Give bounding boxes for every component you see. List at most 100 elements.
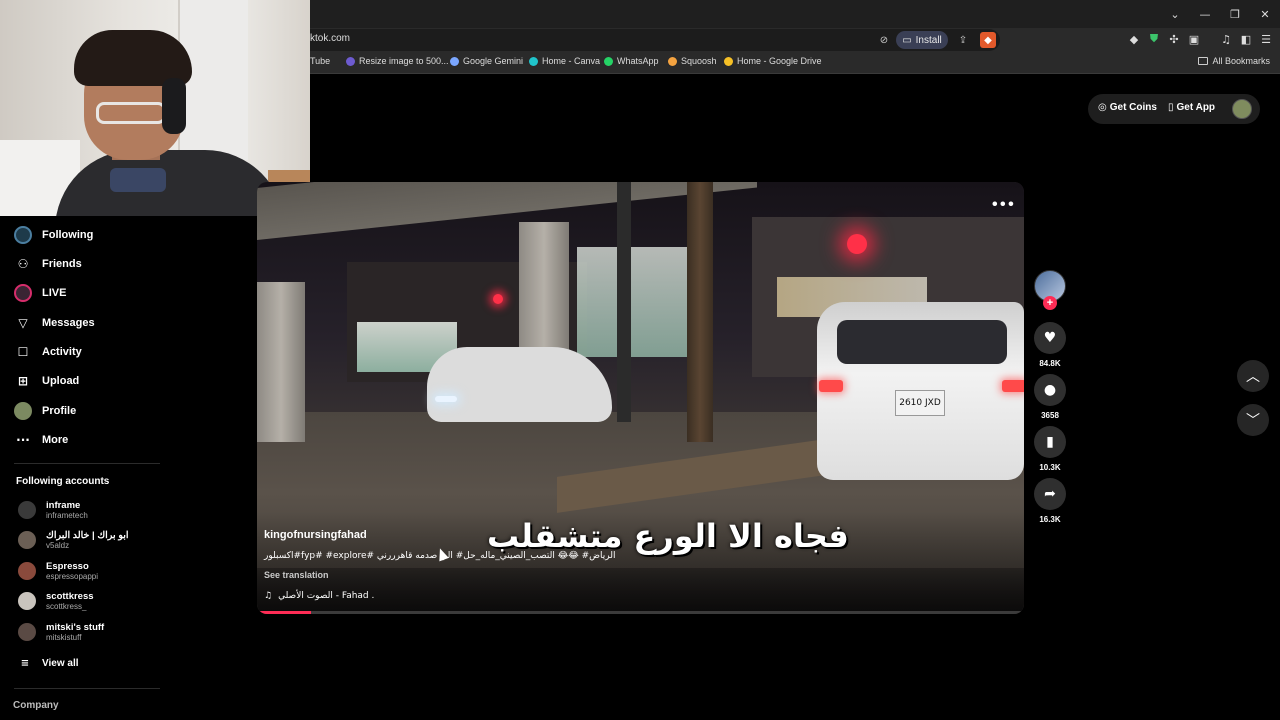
following-accounts-title: Following accounts bbox=[16, 476, 110, 487]
gemini-icon bbox=[450, 56, 459, 66]
sidebar-divider bbox=[14, 688, 160, 689]
squoosh-icon bbox=[668, 56, 677, 66]
drive-icon bbox=[724, 56, 733, 66]
bookmark-drive[interactable]: Home - Google Drive bbox=[724, 56, 822, 66]
bookmark-whatsapp[interactable]: WhatsApp bbox=[604, 56, 659, 66]
chevron-down-icon: ﹀ bbox=[1246, 413, 1260, 429]
url-text[interactable]: ktok.com bbox=[310, 33, 350, 44]
share-count: 16.3K bbox=[1039, 515, 1061, 524]
tab-search-icon[interactable]: ⌄ bbox=[1160, 0, 1190, 28]
nav-messages[interactable]: ▽ Messages bbox=[14, 312, 94, 334]
bookmark-gemini[interactable]: Google Gemini bbox=[450, 56, 523, 66]
brave-shield-icon[interactable]: ◆ bbox=[980, 32, 996, 48]
share-button[interactable]: ➦ bbox=[1034, 478, 1066, 510]
profile-avatar-icon bbox=[14, 402, 32, 420]
screenshot-icon[interactable]: ▣ bbox=[1186, 31, 1202, 47]
sidebar: Following ⚇ Friends LIVE ▽ Messages ☐ Ac… bbox=[0, 220, 160, 720]
restore-icon[interactable]: ❐ bbox=[1220, 0, 1250, 28]
share-arrow-icon: ➦ bbox=[1044, 486, 1056, 502]
avatar bbox=[18, 531, 36, 549]
more-icon: ··· bbox=[16, 433, 30, 447]
folder-icon bbox=[1198, 57, 1209, 65]
nav-upload[interactable]: ⊞ Upload bbox=[14, 370, 79, 392]
phone-icon: ▯ bbox=[1168, 102, 1174, 113]
bookmark-icon: ▮ bbox=[1046, 434, 1054, 450]
comment-icon: ● bbox=[1043, 382, 1057, 398]
video-caption-overlay: فجاه الا الورع متشقلب bbox=[487, 517, 849, 555]
resize-icon bbox=[346, 56, 355, 66]
video-username[interactable]: kingofnursingfahad bbox=[264, 529, 367, 541]
messages-icon: ▽ bbox=[18, 316, 28, 330]
like-count: 84.8K bbox=[1039, 359, 1061, 368]
close-icon[interactable]: ✕ bbox=[1250, 0, 1280, 28]
chevron-up-icon: ︿ bbox=[1246, 369, 1260, 385]
extension-shield-icon[interactable]: ⛊ bbox=[1146, 31, 1162, 47]
friends-icon: ⚇ bbox=[17, 257, 29, 271]
list-icon: ≡ bbox=[20, 657, 30, 669]
progress-fill bbox=[257, 611, 311, 614]
bookmark-resize[interactable]: Resize image to 500... bbox=[346, 56, 449, 66]
see-translation-link[interactable]: See translation bbox=[264, 570, 329, 580]
next-video-button[interactable]: ﹀ bbox=[1237, 404, 1269, 436]
comment-button[interactable]: ● bbox=[1034, 374, 1066, 406]
more-options-icon[interactable]: • • • bbox=[992, 196, 1014, 214]
extension-diamond-icon[interactable]: ◆ bbox=[1126, 31, 1142, 47]
account-item-inframe[interactable]: inframe inframetech bbox=[18, 500, 88, 520]
install-button[interactable]: ▭ Install bbox=[896, 31, 948, 49]
header-actions: ◎ Get Coins ▯ Get App bbox=[1088, 94, 1260, 124]
extensions-puzzle-icon[interactable]: ✣ bbox=[1166, 31, 1182, 47]
nav-live[interactable]: LIVE bbox=[14, 282, 66, 304]
nav-friends[interactable]: ⚇ Friends bbox=[14, 253, 82, 275]
minimize-icon[interactable]: — bbox=[1190, 0, 1220, 28]
avatar bbox=[18, 501, 36, 519]
bookmark-squoosh[interactable]: Squoosh bbox=[668, 56, 717, 66]
avatar bbox=[18, 562, 36, 580]
like-button[interactable]: ♥ bbox=[1034, 322, 1066, 354]
nav-activity[interactable]: ☐ Activity bbox=[14, 341, 82, 363]
save-count: 10.3K bbox=[1039, 463, 1061, 472]
account-item-mitski[interactable]: mitski's stuff mitskistuff bbox=[18, 622, 104, 642]
install-icon: ▭ bbox=[902, 34, 912, 46]
comment-count: 3658 bbox=[1041, 411, 1059, 420]
sidebar-toggle-icon[interactable]: ◧ bbox=[1238, 31, 1254, 47]
account-item-v5aldz[interactable]: ابو براك | خالد البراك v5aldz bbox=[18, 530, 129, 550]
avatar bbox=[18, 592, 36, 610]
traffic-light bbox=[847, 234, 867, 254]
nav-more[interactable]: ··· More bbox=[14, 429, 68, 451]
whatsapp-icon bbox=[604, 56, 613, 66]
activity-icon: ☐ bbox=[17, 345, 29, 359]
window-controls: ⌄ — ❐ ✕ bbox=[1160, 0, 1280, 28]
nav-profile[interactable]: Profile bbox=[14, 400, 76, 422]
account-item-scottkress[interactable]: scottkress scottkress_ bbox=[18, 591, 94, 611]
canva-icon bbox=[529, 56, 538, 66]
video-progress-bar[interactable] bbox=[257, 611, 1024, 614]
all-bookmarks-button[interactable]: All Bookmarks bbox=[1198, 56, 1270, 66]
video-music[interactable]: ♫ الصوت الأصلي - Fahad . bbox=[264, 591, 374, 601]
user-avatar[interactable] bbox=[1232, 99, 1252, 119]
view-all-button[interactable]: ≡ View all bbox=[18, 652, 79, 674]
company-link[interactable]: Company bbox=[13, 700, 59, 711]
live-icon bbox=[14, 284, 32, 302]
account-item-espresso[interactable]: Espresso espressopappi bbox=[18, 561, 98, 581]
coin-icon: ◎ bbox=[1098, 102, 1107, 113]
address-bar[interactable]: ktok.com ⊘ ▭ Install ⇪ ◆ bbox=[300, 29, 1000, 51]
bookmark-canva[interactable]: Home - Canva bbox=[529, 56, 600, 66]
sidebar-divider bbox=[14, 463, 160, 464]
get-app-button[interactable]: ▯ Get App bbox=[1168, 102, 1215, 113]
get-coins-button[interactable]: ◎ Get Coins bbox=[1098, 102, 1157, 113]
following-avatar-icon bbox=[14, 226, 32, 244]
video-player[interactable]: 2610 JXD فجاه الا الورع متشقلب • • • kin… bbox=[257, 182, 1024, 614]
nav-following[interactable]: Following bbox=[14, 224, 93, 246]
follow-plus-icon[interactable]: + bbox=[1043, 296, 1057, 310]
upload-icon: ⊞ bbox=[17, 374, 29, 388]
media-icon[interactable]: ♫ bbox=[1218, 31, 1234, 47]
license-plate: 2610 JXD bbox=[895, 390, 945, 416]
screen: ⌄ — ❐ ✕ ktok.com ⊘ ▭ Install ⇪ ◆ ◆ ⛊ ✣ ▣… bbox=[0, 0, 1280, 720]
share-icon[interactable]: ⇪ bbox=[955, 32, 971, 48]
music-note-icon: ♫ bbox=[264, 591, 273, 601]
avatar bbox=[18, 623, 36, 641]
previous-video-button[interactable]: ︿ bbox=[1237, 360, 1269, 392]
no-tracking-icon[interactable]: ⊘ bbox=[876, 32, 892, 48]
menu-icon[interactable]: ☰ bbox=[1258, 31, 1274, 47]
save-button[interactable]: ▮ bbox=[1034, 426, 1066, 458]
